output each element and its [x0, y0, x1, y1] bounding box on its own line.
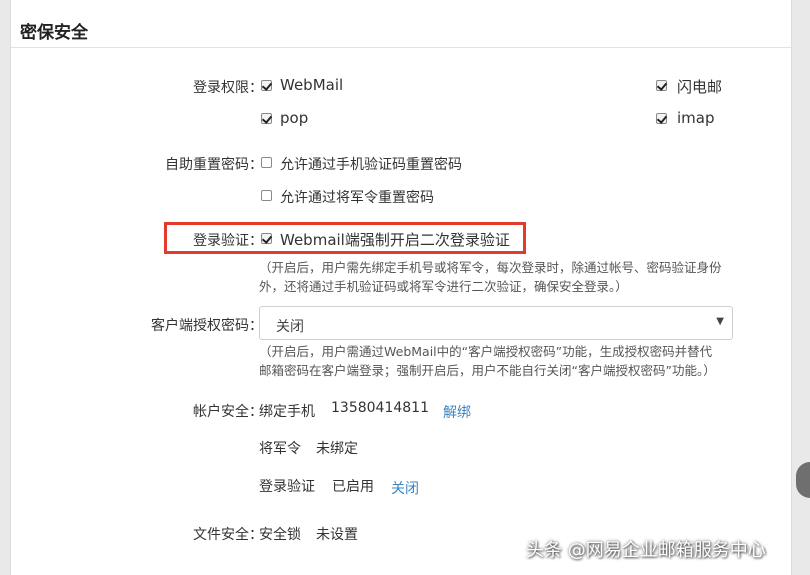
client-auth-hint-2: 邮箱密码在客户端登录；强制开启后，用户不能自行关闭“客户端授权密码”功能。）	[259, 363, 716, 378]
shandian-option-label: 闪电邮	[677, 78, 723, 96]
lock-value: 未设置	[316, 527, 358, 543]
close-verify-link[interactable]: 关闭	[391, 478, 419, 498]
token-label: 将军令	[259, 441, 301, 457]
login-verify-hint-2: 外，还将通过手机验证码或将军令进行二次验证，确保安全登录。）	[259, 279, 628, 294]
section-title: 密保安全	[20, 23, 88, 43]
imap-option-label: imap	[677, 109, 715, 127]
pop-checkbox[interactable]	[261, 113, 272, 124]
webmail-checkbox[interactable]	[261, 80, 272, 91]
sms-reset-checkbox[interactable]	[261, 157, 272, 168]
login-verify-option-label: Webmail端强制开启二次登录验证	[280, 231, 510, 249]
login-verify-label: 登录验证：	[193, 233, 263, 249]
login-verify-hint-1: （开启后，用户需先绑定手机号或将军令，每次登录时，除通过帐号、密码验证身份	[259, 260, 722, 275]
unbind-link[interactable]: 解绑	[443, 402, 471, 422]
phone-value: 13580414811	[331, 400, 429, 416]
sms-reset-option-label: 允许通过手机验证码重置密码	[280, 157, 462, 173]
verify-status-label: 登录验证	[259, 479, 315, 495]
self-reset-label: 自助重置密码：	[165, 157, 263, 173]
verify-status-value: 已启用	[332, 479, 374, 495]
scroll-handle[interactable]	[796, 462, 810, 498]
security-panel: 密保安全 登录权限： WebMail 闪电邮 pop imap 自助重置密码： …	[10, 0, 792, 575]
dropdown-arrow-icon: ▼	[716, 316, 724, 327]
title-divider	[11, 47, 791, 48]
account-security-label: 帐户安全：	[193, 404, 263, 420]
file-security-label: 文件安全：	[193, 527, 263, 543]
webmail-option-label: WebMail	[280, 76, 344, 94]
client-auth-selected-value: 关闭	[276, 319, 304, 335]
shandian-checkbox[interactable]	[656, 80, 667, 91]
watermark-text: 头条 @网易企业邮箱服务中心	[526, 540, 766, 561]
login-verify-checkbox[interactable]	[261, 233, 272, 244]
pop-option-label: pop	[280, 109, 309, 127]
client-auth-select[interactable]: 关闭 ▼	[259, 306, 733, 340]
imap-checkbox[interactable]	[656, 113, 667, 124]
login-permission-label: 登录权限：	[193, 80, 263, 96]
token-value: 未绑定	[316, 441, 358, 457]
lock-label: 安全锁	[259, 527, 301, 543]
token-reset-checkbox[interactable]	[261, 190, 272, 201]
token-reset-option-label: 允许通过将军令重置密码	[280, 190, 434, 206]
client-auth-hint-1: （开启后，用户需通过WebMail中的“客户端授权密码”功能，生成授权密码并替代	[259, 344, 713, 359]
client-auth-label: 客户端授权密码：	[151, 318, 263, 334]
phone-label: 绑定手机	[259, 404, 315, 420]
